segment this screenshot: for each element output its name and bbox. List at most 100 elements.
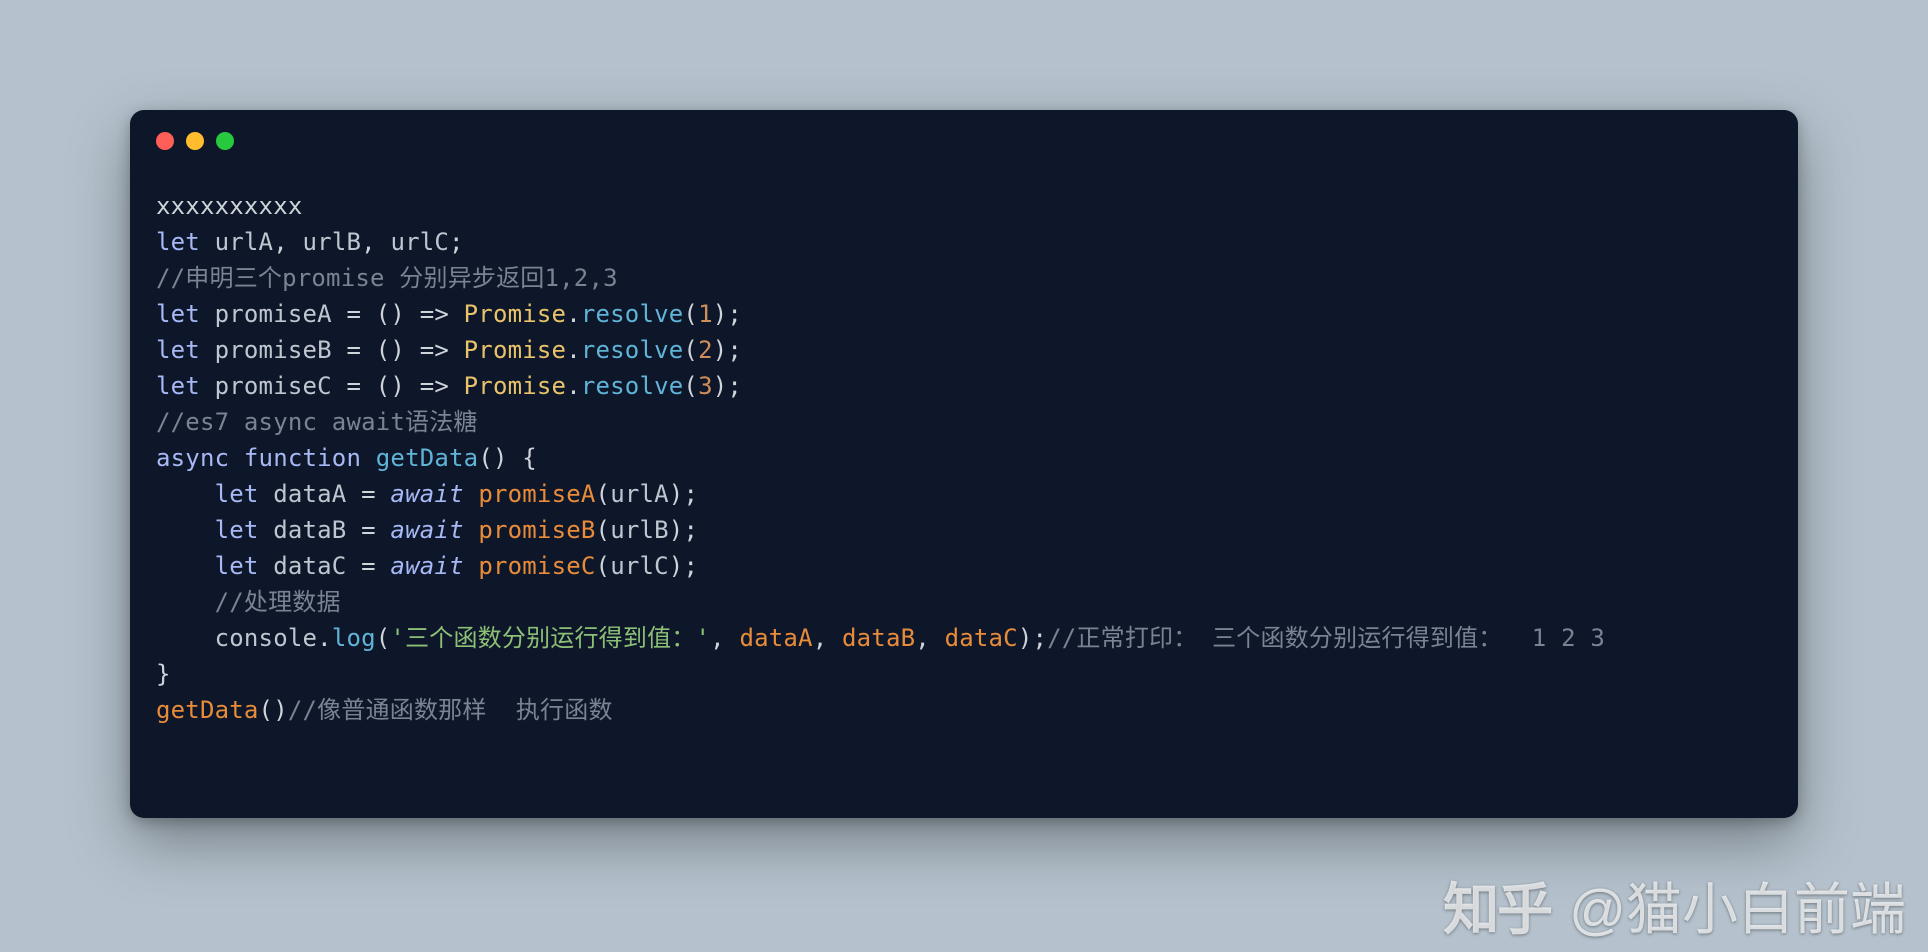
code-block: xxxxxxxxxx let urlA, urlB, urlC; //申明三个pro… — [156, 188, 1772, 728]
code-line: let dataA = await promiseA(urlA); — [156, 476, 1772, 512]
code-token: ); — [669, 516, 698, 544]
code-token: await — [390, 552, 463, 580]
code-token: = — [361, 552, 390, 580]
code-token: function — [244, 444, 361, 472]
code-token: , — [710, 624, 739, 652]
minimize-icon — [186, 132, 204, 150]
close-icon — [156, 132, 174, 150]
code-token: . — [566, 300, 581, 328]
code-line: let urlA, urlB, urlC; — [156, 224, 1772, 260]
code-token — [361, 444, 376, 472]
code-token: dataA — [259, 480, 362, 508]
code-token: resolve — [581, 336, 684, 364]
code-token: promiseC — [200, 372, 347, 400]
code-token: console — [215, 624, 318, 652]
code-token: Promise — [464, 336, 567, 364]
code-token — [464, 552, 479, 580]
code-token: 3 — [698, 372, 713, 400]
code-token: dataB — [842, 624, 915, 652]
code-line: let promiseB = () => Promise.resolve(2); — [156, 332, 1772, 368]
code-line: xxxxxxxxxx — [156, 188, 1772, 224]
code-line: let promiseA = () => Promise.resolve(1); — [156, 296, 1772, 332]
code-token: = () => — [346, 336, 463, 364]
code-token: let — [156, 372, 200, 400]
code-token: resolve — [581, 300, 684, 328]
code-token: = — [361, 480, 390, 508]
code-line: let dataC = await promiseC(urlC); — [156, 548, 1772, 584]
code-token: //es7 async await语法糖 — [156, 408, 478, 436]
code-token: , — [915, 624, 944, 652]
code-token: //正常打印： 三个函数分别运行得到值： 1 2 3 — [1047, 624, 1605, 652]
code-card: xxxxxxxxxx let urlA, urlB, urlC; //申明三个pro… — [130, 110, 1798, 818]
code-line: //es7 async await语法糖 — [156, 404, 1772, 440]
code-token: await — [390, 516, 463, 544]
code-token: promiseA — [478, 480, 595, 508]
code-token: xxxxxxxxxx — [156, 192, 303, 220]
code-token: ( — [683, 372, 698, 400]
code-token: ); — [669, 480, 698, 508]
code-token: , — [361, 228, 390, 256]
code-token: ); — [713, 372, 742, 400]
code-token: , — [813, 624, 842, 652]
code-token — [156, 624, 215, 652]
code-token: Promise — [464, 372, 567, 400]
code-line: } — [156, 656, 1772, 692]
window-traffic-lights — [156, 132, 234, 150]
code-token: ( — [596, 480, 611, 508]
code-token — [156, 516, 215, 544]
code-token: . — [566, 336, 581, 364]
code-token: dataB — [259, 516, 362, 544]
code-token: let — [156, 336, 200, 364]
page-stage: xxxxxxxxxx let urlA, urlB, urlC; //申明三个pro… — [0, 0, 1928, 952]
code-token: promiseA — [200, 300, 347, 328]
code-token: () { — [478, 444, 537, 472]
code-token: log — [332, 624, 376, 652]
code-line: getData()//像普通函数那样 执行函数 — [156, 692, 1772, 728]
code-token: ); — [669, 552, 698, 580]
code-token — [156, 552, 215, 580]
code-token: getData — [376, 444, 479, 472]
code-token — [156, 588, 215, 616]
code-token — [464, 480, 479, 508]
code-token: . — [317, 624, 332, 652]
code-token: let — [215, 480, 259, 508]
zoom-icon — [216, 132, 234, 150]
code-token: } — [156, 660, 171, 688]
code-token: //像普通函数那样 执行函数 — [288, 696, 613, 724]
code-token: = — [361, 516, 390, 544]
code-token: '三个函数分别运行得到值：' — [390, 624, 710, 652]
code-token: urlA — [610, 480, 669, 508]
code-token: dataC — [945, 624, 1018, 652]
code-token: ( — [376, 624, 391, 652]
code-line: async function getData() { — [156, 440, 1772, 476]
code-token: = () => — [346, 300, 463, 328]
code-token: dataA — [739, 624, 812, 652]
code-token: Promise — [464, 300, 567, 328]
code-line: //申明三个promise 分别异步返回1,2,3 — [156, 260, 1772, 296]
code-token: , — [273, 228, 302, 256]
code-token — [156, 480, 215, 508]
code-token: dataC — [259, 552, 362, 580]
code-token: await — [390, 480, 463, 508]
code-token: ( — [596, 552, 611, 580]
code-token: . — [566, 372, 581, 400]
code-token: 1 — [698, 300, 713, 328]
code-token: //申明三个promise 分别异步返回1,2,3 — [156, 264, 618, 292]
code-token: let — [156, 300, 200, 328]
code-token: ( — [596, 516, 611, 544]
code-line: let dataB = await promiseB(urlB); — [156, 512, 1772, 548]
code-token: //处理数据 — [215, 588, 341, 616]
watermark: 知乎 @猫小白前端 — [1443, 865, 1906, 946]
code-line: //处理数据 — [156, 584, 1772, 620]
code-token: let — [156, 228, 200, 256]
code-token: ); — [713, 300, 742, 328]
code-token — [464, 516, 479, 544]
code-token: promiseB — [200, 336, 347, 364]
code-token: 2 — [698, 336, 713, 364]
code-token: ( — [683, 336, 698, 364]
code-token: async — [156, 444, 229, 472]
code-token: urlC — [610, 552, 669, 580]
code-token: ); — [713, 336, 742, 364]
watermark-handle: @猫小白前端 — [1569, 865, 1906, 946]
code-token: ); — [1018, 624, 1047, 652]
